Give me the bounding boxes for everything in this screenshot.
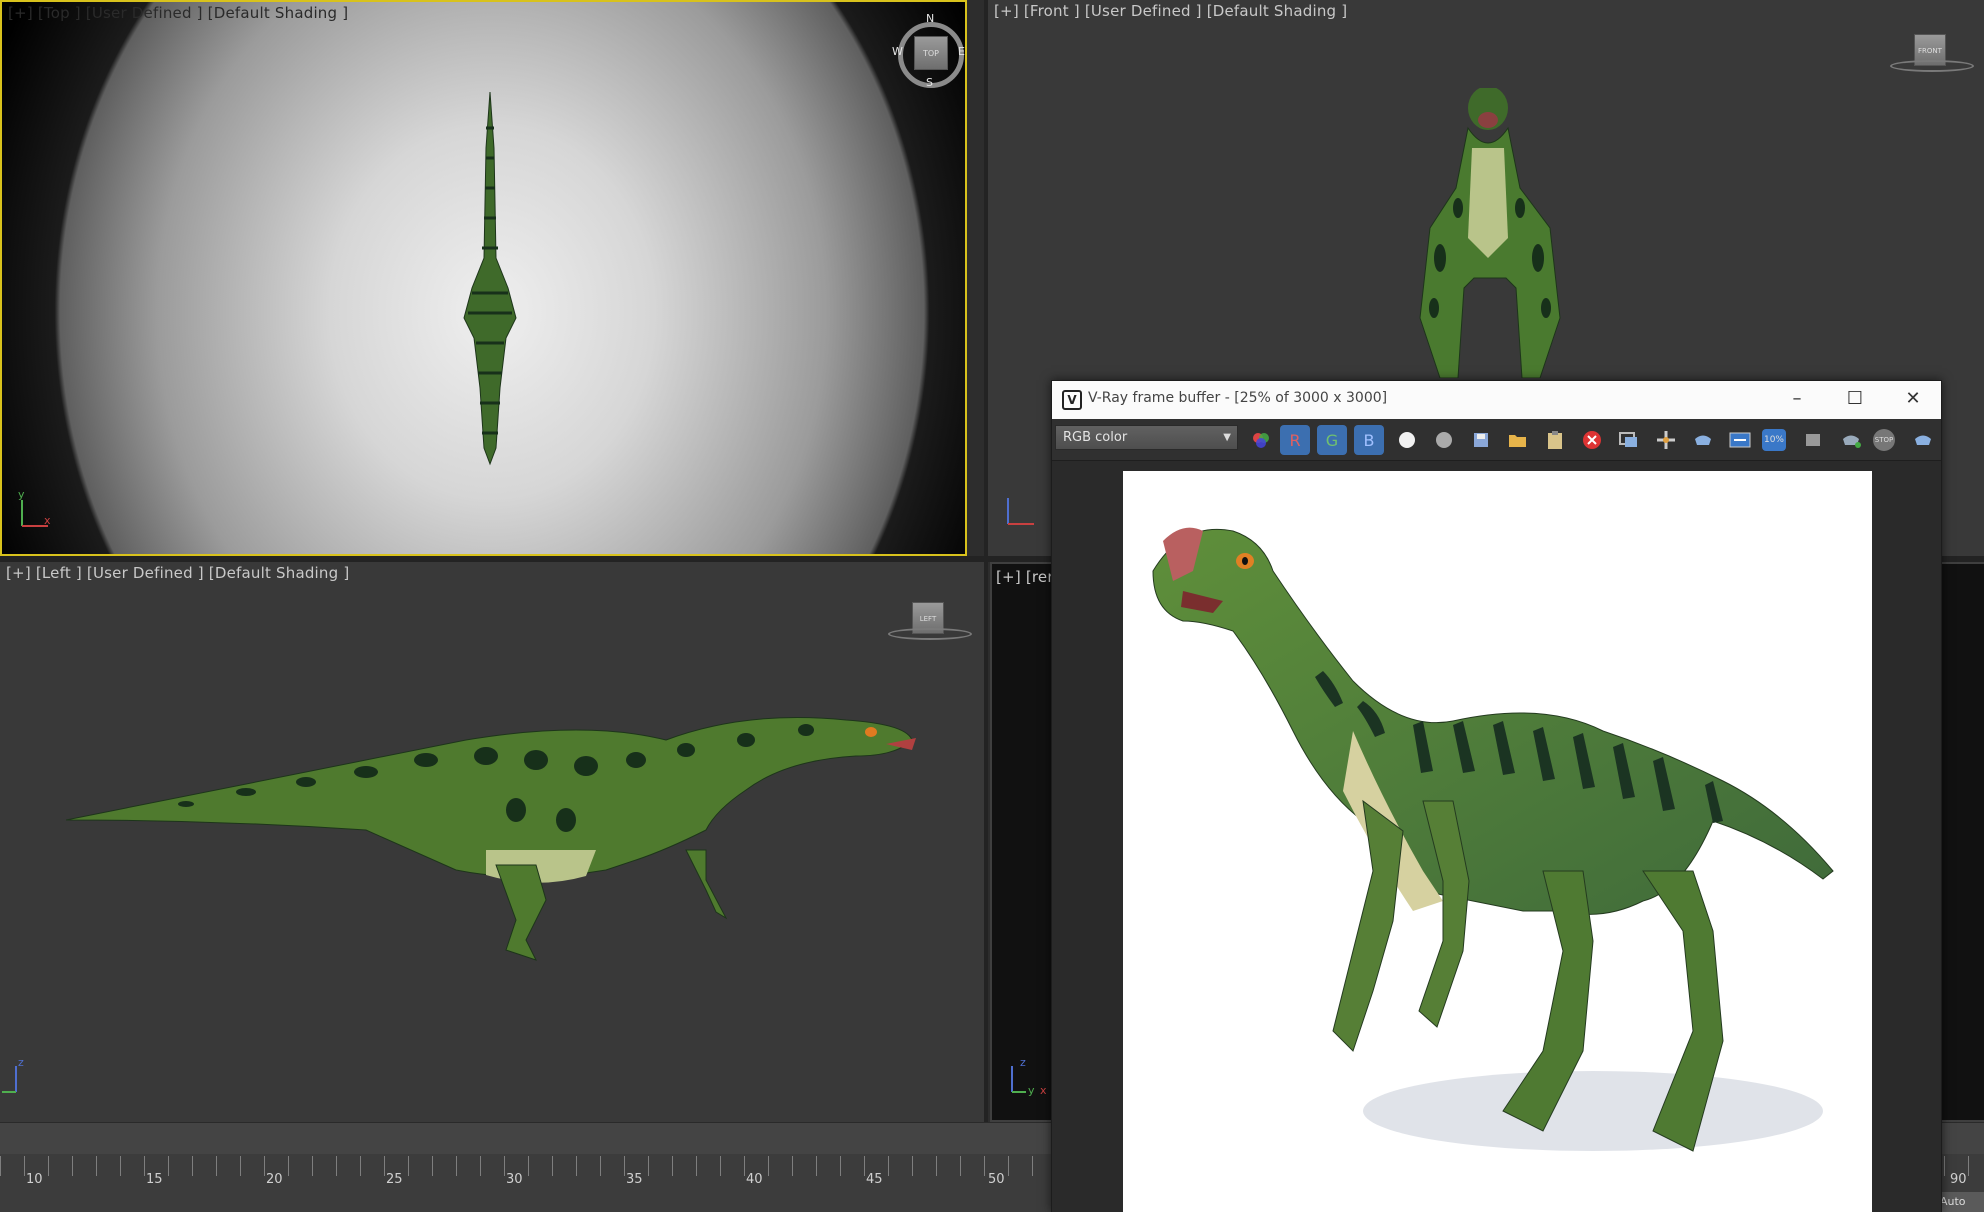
auto-key-button[interactable]: Auto	[1936, 1192, 1984, 1212]
viewcube-ring[interactable]	[1890, 60, 1974, 72]
vray-logo-icon: V	[1062, 390, 1082, 410]
rendered-dinosaur	[1152, 527, 1834, 1152]
dinosaur-side-view[interactable]	[66, 700, 916, 970]
compass-north: N	[926, 12, 935, 25]
channel-select[interactable]: RGB color ▼	[1055, 425, 1238, 450]
zoom-percent-icon[interactable]: 10%	[1762, 429, 1786, 451]
close-button[interactable]: ✕	[1884, 381, 1942, 419]
axis-label-z: z	[1020, 1056, 1026, 1069]
render-last-icon[interactable]	[1908, 425, 1938, 455]
timeline-frame-label: 40	[746, 1172, 763, 1187]
viewcube[interactable]: TOP	[914, 36, 948, 70]
viewport-top-label[interactable]: [+] [Top ] [User Defined ] [Default Shad…	[8, 4, 348, 22]
render-teapot-icon[interactable]	[1836, 425, 1866, 455]
vfb-toolbar: RGB color ▼ R G B 10% STOP	[1052, 419, 1941, 461]
minimize-button[interactable]: –	[1768, 381, 1826, 419]
red-channel-button[interactable]: R	[1280, 425, 1310, 455]
maximize-button[interactable]: ☐	[1826, 381, 1884, 419]
vfb-render-canvas[interactable]	[1052, 461, 1941, 1212]
rgb-channels-icon[interactable]	[1246, 425, 1276, 455]
dinosaur-top-view[interactable]	[458, 88, 522, 468]
rendered-image[interactable]	[1123, 471, 1872, 1212]
axis-label-y: y	[1028, 1084, 1035, 1097]
timeline-frame-label: 20	[266, 1172, 283, 1187]
render-region-icon[interactable]	[1688, 425, 1718, 455]
save-icon[interactable]	[1466, 425, 1496, 455]
clear-image-icon[interactable]	[1577, 425, 1607, 455]
viewport-left-label[interactable]: [+] [Left ] [User Defined ] [Default Sha…	[6, 564, 349, 582]
timeline-frame-label: 10	[26, 1172, 43, 1187]
compass-east: E	[958, 45, 965, 58]
viewcube-ring[interactable]	[888, 628, 972, 640]
chevron-down-icon: ▼	[1223, 432, 1231, 443]
green-channel-button[interactable]: G	[1317, 425, 1347, 455]
axis-label-x: x	[1040, 1084, 1047, 1097]
vray-frame-buffer-window[interactable]: V V-Ray frame buffer - [25% of 3000 x 30…	[1051, 380, 1942, 1212]
axis-label-y: y	[18, 488, 25, 501]
timeline-frame-label: 15	[146, 1172, 163, 1187]
timeline-frame-label: 30	[506, 1172, 523, 1187]
blue-channel-button[interactable]: B	[1354, 425, 1384, 455]
duplicate-to-mtl-icon[interactable]	[1614, 425, 1644, 455]
timeline-frame-label: 50	[988, 1172, 1005, 1187]
dinosaur-front-view[interactable]	[1410, 88, 1570, 378]
viewport-left[interactable]: [+] [Left ] [User Defined ] [Default Sha…	[0, 562, 988, 1122]
axis-label-z: z	[18, 1056, 24, 1069]
history-icon[interactable]	[1799, 425, 1829, 455]
3ds-max-workspace: [+] [Top ] [User Defined ] [Default Shad…	[0, 0, 1984, 1212]
compass-south: S	[926, 76, 933, 89]
compass-west: W	[892, 45, 903, 58]
viewport-top[interactable]: [+] [Top ] [User Defined ] [Default Shad…	[0, 0, 967, 556]
axis-label-x: x	[44, 514, 51, 527]
lens-effects-icon[interactable]	[1725, 425, 1755, 455]
stop-render-icon[interactable]: STOP	[1873, 429, 1895, 451]
timeline-frame-label: 45	[866, 1172, 883, 1187]
viewport-front-label[interactable]: [+] [Front ] [User Defined ] [Default Sh…	[994, 2, 1347, 20]
track-mouse-icon[interactable]	[1651, 425, 1681, 455]
axis-gizmo-front	[1002, 490, 1042, 530]
timeline-frame-label: 35	[626, 1172, 643, 1187]
channel-select-value: RGB color	[1063, 430, 1128, 445]
vfb-title: V-Ray frame buffer - [25% of 3000 x 3000…	[1088, 390, 1388, 406]
timeline-frame-label: 90	[1950, 1172, 1967, 1187]
folder-open-icon[interactable]	[1503, 425, 1533, 455]
white-point-icon[interactable]	[1392, 425, 1422, 455]
mono-icon[interactable]	[1429, 425, 1459, 455]
vfb-titlebar[interactable]: V V-Ray frame buffer - [25% of 3000 x 30…	[1052, 381, 1941, 419]
clipboard-icon[interactable]	[1540, 425, 1570, 455]
timeline-frame-label: 25	[386, 1172, 403, 1187]
